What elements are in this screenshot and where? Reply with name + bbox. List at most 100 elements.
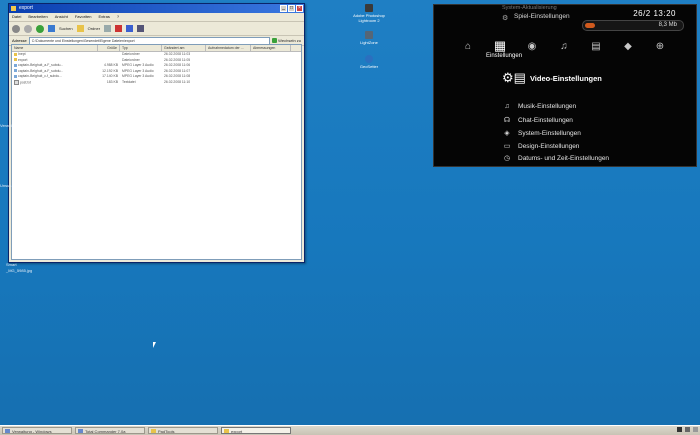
tray-volume-icon[interactable]: [693, 427, 698, 432]
ps3-item-label: Musik-Einstellungen: [518, 103, 577, 110]
clock-settings-icon: ◷: [503, 155, 511, 162]
chat-settings-icon: ☊: [503, 117, 511, 124]
audio-file-icon: [14, 63, 17, 67]
column-type[interactable]: Typ: [120, 45, 162, 51]
task-label: export: [231, 429, 243, 434]
music-icon[interactable]: ♫: [555, 41, 573, 52]
tray-app-icon[interactable]: [677, 427, 682, 432]
ps3-item-design[interactable]: ▭ Design-Einstellungen: [502, 142, 580, 151]
menu-file[interactable]: Datei: [12, 13, 21, 21]
minimize-button[interactable]: _: [280, 5, 287, 12]
search-icon[interactable]: [48, 25, 55, 32]
file-name: post.txt: [20, 79, 31, 84]
mouse-cursor-icon: [153, 342, 156, 348]
text-file-icon: [14, 79, 19, 85]
task-label: Total Commander 7.0a: [85, 429, 126, 434]
app-icon: [5, 429, 10, 433]
file-row[interactable]: post.txt 183 KB Textdatei 26.02.2008 11:…: [12, 79, 301, 86]
file-modified: 26.02.2008 11:10: [164, 79, 191, 84]
desktop-label[interactable]: Verwal: [0, 123, 12, 128]
app-icon: [78, 429, 83, 433]
copy-icon[interactable]: [104, 25, 112, 32]
folder-icon: [14, 52, 17, 56]
column-name[interactable]: Name: [12, 45, 98, 51]
column-dimensions[interactable]: Abmessungen: [251, 45, 291, 51]
menu-favorites[interactable]: Favoriten: [75, 13, 92, 21]
undo-icon[interactable]: [126, 25, 134, 32]
close-button[interactable]: ×: [296, 5, 303, 12]
task-button[interactable]: Verwaltung - Windows: [2, 427, 72, 434]
task-button[interactable]: Total Commander 7.0a: [75, 427, 145, 434]
search-button[interactable]: Suchen: [59, 26, 73, 31]
storage-indicator: 8,3 Mb: [582, 20, 684, 31]
desktop-icon-geosetter[interactable]: GeoSetter: [352, 55, 386, 69]
ps3-xmb-overlay: System-Aktualisierung ⚙ Spiel-Einstellun…: [433, 4, 697, 167]
column-size[interactable]: Größe: [98, 45, 120, 51]
desktop-icon-label: Adobe Photoshop Lightroom 2: [353, 13, 385, 23]
film-icon: ⚙▤: [502, 70, 526, 85]
video-icon[interactable]: ▤: [587, 41, 605, 52]
task-label: PadTools: [158, 429, 175, 434]
folders-icon[interactable]: [76, 25, 84, 32]
audio-file-icon: [14, 69, 17, 73]
views-icon[interactable]: [137, 25, 145, 32]
selected-item-label: Video-Einstellungen: [529, 73, 602, 83]
ps3-item-label: Design-Einstellungen: [518, 142, 580, 150]
network-icon[interactable]: ⊕: [651, 41, 669, 52]
desktop-file-label[interactable]: _MG_5985.jpg: [6, 268, 32, 273]
column-modified[interactable]: Geändert am: [162, 45, 206, 51]
xmb-category-bar: ⌂ ▦ ◉ ♫ ▤ ◆ ⊕: [459, 38, 669, 54]
tray-network-icon[interactable]: [685, 427, 690, 432]
file-type: Textdatei: [122, 79, 136, 84]
task-button[interactable]: PadTools: [148, 427, 218, 434]
folder-icon: [14, 58, 17, 62]
settings-toolbox-icon[interactable]: ▦: [491, 38, 509, 54]
ps3-item-label: Chat-Einstellungen: [518, 116, 573, 124]
menu-view[interactable]: Ansicht: [55, 13, 68, 21]
file-name: captain-Beighuit_a-F_subdu...: [18, 68, 64, 73]
design-settings-icon: ▭: [503, 143, 511, 150]
back-icon[interactable]: [12, 24, 20, 33]
go-button[interactable]: Wechseln zu: [272, 38, 301, 43]
lightroom-icon: [365, 4, 373, 12]
column-date-taken[interactable]: Aufnahmedatum der ...: [206, 45, 251, 51]
game-icon[interactable]: ◆: [619, 41, 637, 52]
menu-help[interactable]: ?: [117, 13, 119, 21]
desktop-icon-lightzone[interactable]: LightZone: [352, 31, 386, 45]
ps3-item-chat[interactable]: ☊ Chat-Einstellungen: [502, 116, 573, 125]
delete-icon[interactable]: [115, 25, 123, 32]
folders-button[interactable]: Ordner: [88, 26, 100, 31]
column-headers: Name Größe Typ Geändert am Aufnahmedatum…: [12, 45, 301, 52]
ps3-clock: 26/2 13:20: [633, 9, 676, 18]
toolbar: Suchen Ordner: [9, 22, 304, 36]
menu-tools[interactable]: Extras: [99, 13, 110, 21]
storage-bar: [585, 23, 595, 28]
ps3-item-music[interactable]: ♫ Musik-Einstellungen: [502, 103, 576, 110]
window-title: export: [19, 5, 33, 11]
up-icon[interactable]: [36, 24, 44, 33]
forward-icon[interactable]: [24, 24, 32, 33]
gamepad-icon: ⚙: [502, 15, 509, 22]
taskbar: Verwaltung - Windows Total Commander 7.0…: [0, 425, 700, 435]
desktop-icon-lightroom[interactable]: Adobe Photoshop Lightroom 2: [352, 4, 386, 23]
file-list[interactable]: Name Größe Typ Geändert am Aufnahmedatum…: [11, 44, 302, 260]
home-icon[interactable]: ⌂: [459, 41, 477, 52]
folder-icon: [224, 429, 229, 433]
photo-icon[interactable]: ◉: [523, 41, 541, 52]
desktop-label[interactable]: Smart: [6, 262, 17, 267]
storage-size: 8,3 Mb: [658, 22, 677, 28]
desktop-icon-label: GeoSetter: [359, 64, 379, 69]
ps3-item-datetime[interactable]: ◷ Datums- und Zeit-Einstellungen: [502, 154, 609, 163]
task-button-active[interactable]: export: [221, 427, 291, 434]
lightzone-icon: [365, 31, 373, 39]
desktop-label[interactable]: Unsus: [0, 183, 11, 188]
ps3-item-system[interactable]: ◈ System-Einstellungen: [502, 129, 581, 138]
explorer-window[interactable]: export _ □ × Datei Bearbeiten Ansicht Fa…: [8, 3, 305, 263]
maximize-button[interactable]: □: [288, 5, 295, 12]
ps3-top-item-2[interactable]: Spiel-Einstellungen: [514, 13, 570, 20]
geosetter-icon: [365, 55, 373, 63]
menu-edit[interactable]: Bearbeiten: [28, 13, 47, 21]
window-titlebar[interactable]: export _ □ ×: [9, 4, 304, 13]
selected-item-video-settings[interactable]: ⚙▤ Video-Einstellungen: [502, 70, 602, 86]
ps3-top-item[interactable]: System-Aktualisierung: [502, 5, 557, 11]
